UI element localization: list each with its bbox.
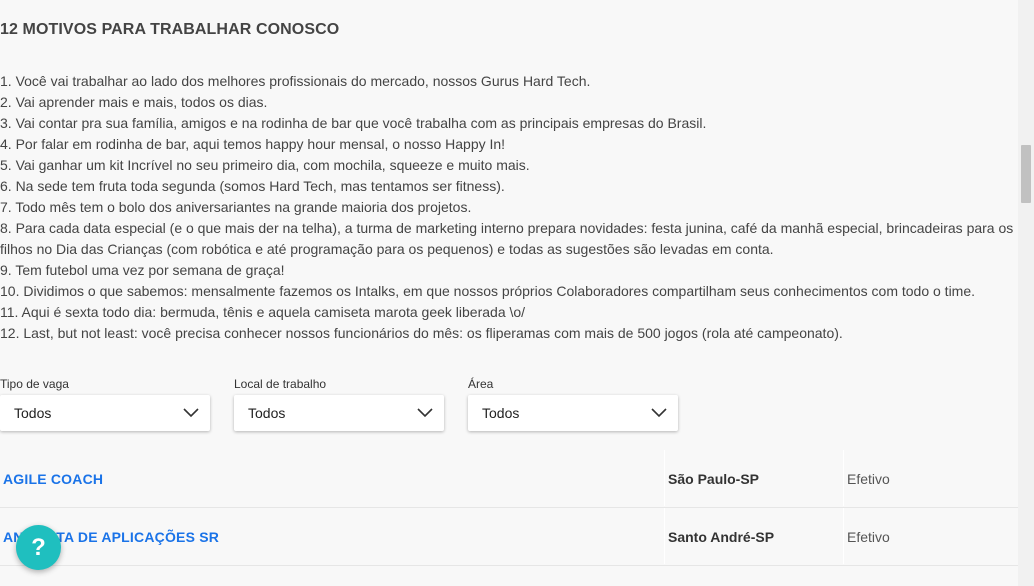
job-type: Efetivo xyxy=(847,471,890,487)
vertical-scrollbar[interactable] xyxy=(1018,0,1034,586)
filter-area-label: Área xyxy=(468,377,494,391)
scrollbar-thumb[interactable] xyxy=(1021,145,1031,203)
table-row: ANALISTA DE APLICAÇÕES SR Santo André-SP… xyxy=(0,508,1018,566)
tipo-de-vaga-select[interactable]: Todos xyxy=(0,395,210,431)
job-type: Efetivo xyxy=(847,529,890,545)
page-content: 12 MOTIVOS PARA TRABALHAR CONOSCO 1. Voc… xyxy=(0,0,1018,586)
motivos-list: 1. Você vai trabalhar ao lado dos melhor… xyxy=(0,71,1018,344)
column-divider xyxy=(664,508,665,564)
list-item: 2. Vai aprender mais e mais, todos os di… xyxy=(0,94,268,110)
column-divider xyxy=(664,450,665,506)
section-title: 12 MOTIVOS PARA TRABALHAR CONOSCO xyxy=(0,21,340,38)
table-row: AGILE COACH São Paulo-SP Efetivo xyxy=(0,450,1018,508)
help-button[interactable]: ? xyxy=(16,525,61,570)
list-item: 7. Todo mês tem o bolo dos aniversariant… xyxy=(0,199,472,215)
job-location: São Paulo-SP xyxy=(668,471,760,487)
list-item: 4. Por falar em rodinha de bar, aqui tem… xyxy=(0,136,506,152)
column-divider xyxy=(843,508,844,564)
filter-local-de-trabalho: Local de trabalho Todos xyxy=(234,376,444,431)
chevron-down-icon xyxy=(651,408,667,418)
list-item: 3. Vai contar pra sua família, amigos e … xyxy=(0,115,707,131)
area-value: Todos xyxy=(482,405,520,421)
filter-tipo-label: Tipo de vaga xyxy=(0,377,69,391)
column-divider xyxy=(843,450,844,506)
list-item: 8. Para cada data especial (e o que mais… xyxy=(0,220,1014,257)
job-location: Santo André-SP xyxy=(668,529,775,545)
local-de-trabalho-select[interactable]: Todos xyxy=(234,395,444,431)
list-item: 5. Vai ganhar um kit Incrível no seu pri… xyxy=(0,157,530,173)
filter-local-label: Local de trabalho xyxy=(234,377,327,391)
area-select[interactable]: Todos xyxy=(468,395,678,431)
job-title-link[interactable]: AGILE COACH xyxy=(3,471,103,487)
list-item: 1. Você vai trabalhar ao lado dos melhor… xyxy=(0,73,591,89)
list-item: 10. Dividimos o que sabemos: mensalmente… xyxy=(0,283,976,299)
question-mark-icon: ? xyxy=(31,533,46,561)
list-item: 6. Na sede tem fruta toda segunda (somos… xyxy=(0,178,505,194)
list-item: 9. Tem futebol uma vez por semana de gra… xyxy=(0,262,285,278)
list-item: 11. Aqui é sexta todo dia: bermuda, têni… xyxy=(0,304,526,320)
jobs-table: AGILE COACH São Paulo-SP Efetivo ANALIST… xyxy=(0,450,1018,566)
filter-tipo-de-vaga: Tipo de vaga Todos xyxy=(0,376,210,431)
list-item: 12. Last, but not least: você precisa co… xyxy=(0,325,843,341)
filter-area: Área Todos xyxy=(468,376,678,431)
tipo-de-vaga-value: Todos xyxy=(14,405,52,421)
chevron-down-icon xyxy=(183,408,199,418)
chevron-down-icon xyxy=(417,408,433,418)
local-de-trabalho-value: Todos xyxy=(248,405,286,421)
